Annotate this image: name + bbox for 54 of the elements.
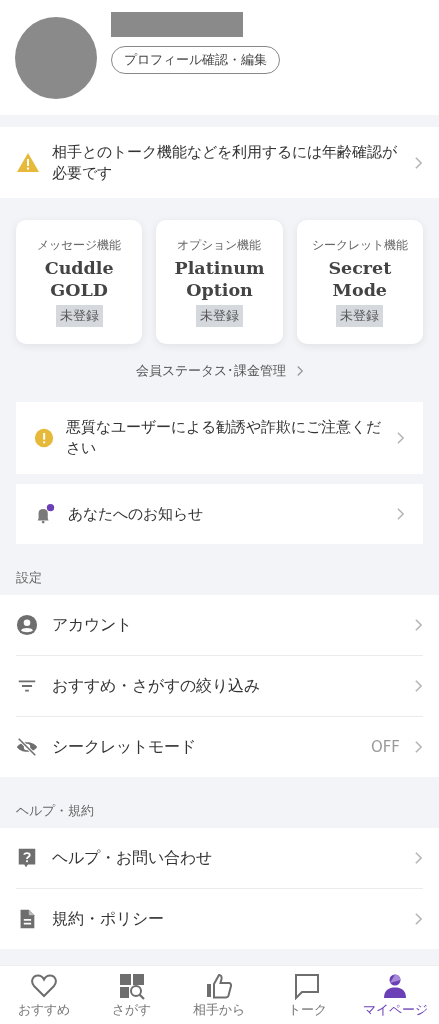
plan-name: Secret Mode	[328, 256, 392, 301]
plan-card[interactable]: シークレット機能 Secret Mode 未登録	[296, 220, 423, 344]
settings-label: アカウント	[52, 614, 133, 636]
notice-card[interactable]: あなたへのお知らせ	[16, 484, 423, 544]
exclamation-icon	[34, 428, 54, 448]
plan-name: Platinum Option	[174, 256, 265, 301]
plan-category: オプション機能	[177, 237, 262, 253]
plan-category: メッセージ機能	[37, 237, 122, 253]
search-icon	[117, 971, 146, 1000]
settings-row[interactable]: 規約・ポリシー	[16, 889, 423, 949]
chevron-icon	[396, 431, 405, 445]
settings-row[interactable]: シークレットモード OFF	[16, 717, 423, 777]
chevron-icon	[414, 618, 423, 632]
profile-edit-button[interactable]: プロフィール確認・編集	[111, 45, 280, 74]
nav-tab[interactable]: さがす	[87, 966, 176, 1024]
notice-text: 悪質なユーザーによる勧誘や詐欺にご注意ください	[66, 417, 382, 459]
notice-text: 相手とのトーク機能などを利用するには年齢確認が必要です	[52, 141, 398, 184]
chevron-icon	[414, 912, 423, 926]
plan-card[interactable]: オプション機能 Platinum Option 未登録	[156, 220, 283, 344]
settings-row[interactable]: ヘルプ・お問い合わせ	[16, 828, 423, 889]
settings-label: 規約・ポリシー	[52, 908, 165, 930]
notice-card[interactable]: 悪質なユーザーによる勧誘や詐欺にご注意ください	[16, 402, 423, 474]
settings-row[interactable]: アカウント	[16, 595, 423, 656]
chevron-icon	[295, 365, 304, 377]
setting-value: OFF	[370, 738, 400, 756]
chat-bubble-icon	[293, 971, 322, 1000]
settings-row[interactable]: おすすめ・さがすの絞り込み	[16, 656, 423, 717]
plan-status-tag: 未登録	[55, 304, 103, 327]
eye-off-icon	[16, 736, 38, 758]
plan-card[interactable]: メッセージ機能 Cuddle GOLD 未登録	[16, 220, 143, 344]
nav-tab[interactable]: トーク	[263, 966, 352, 1024]
chevron-icon	[414, 851, 423, 865]
plan-name: Cuddle GOLD	[44, 256, 114, 301]
chevron-icon	[396, 507, 405, 521]
plan-category: シークレット機能	[311, 237, 408, 253]
plan-status-tag: 未登録	[196, 304, 243, 327]
chevron-icon	[414, 155, 423, 170]
age-verification-notice[interactable]: 相手とのトーク機能などを利用するには年齢確認が必要です	[0, 127, 439, 198]
settings-label: シークレットモード	[52, 736, 197, 758]
chevron-icon	[414, 740, 423, 754]
plan-status-tag: 未登録	[336, 304, 384, 327]
thumbs-up-icon	[205, 971, 234, 1000]
nav-tab[interactable]: 相手から	[175, 966, 264, 1024]
help-icon	[16, 847, 38, 869]
notice-text: あなたへのお知らせ	[68, 503, 204, 525]
section-header: 設定	[16, 570, 42, 585]
nav-tab[interactable]: おすすめ	[0, 966, 88, 1024]
section-header: ヘルプ・規約	[16, 803, 94, 818]
membership-link[interactable]: 会員ステータス･課金管理	[135, 362, 286, 380]
nav-tab[interactable]: マイページ	[351, 966, 439, 1024]
settings-label: ヘルプ・お問い合わせ	[52, 847, 213, 869]
account-icon	[16, 614, 38, 636]
chevron-icon	[414, 679, 423, 693]
settings-label: おすすめ・さがすの絞り込み	[52, 675, 261, 697]
